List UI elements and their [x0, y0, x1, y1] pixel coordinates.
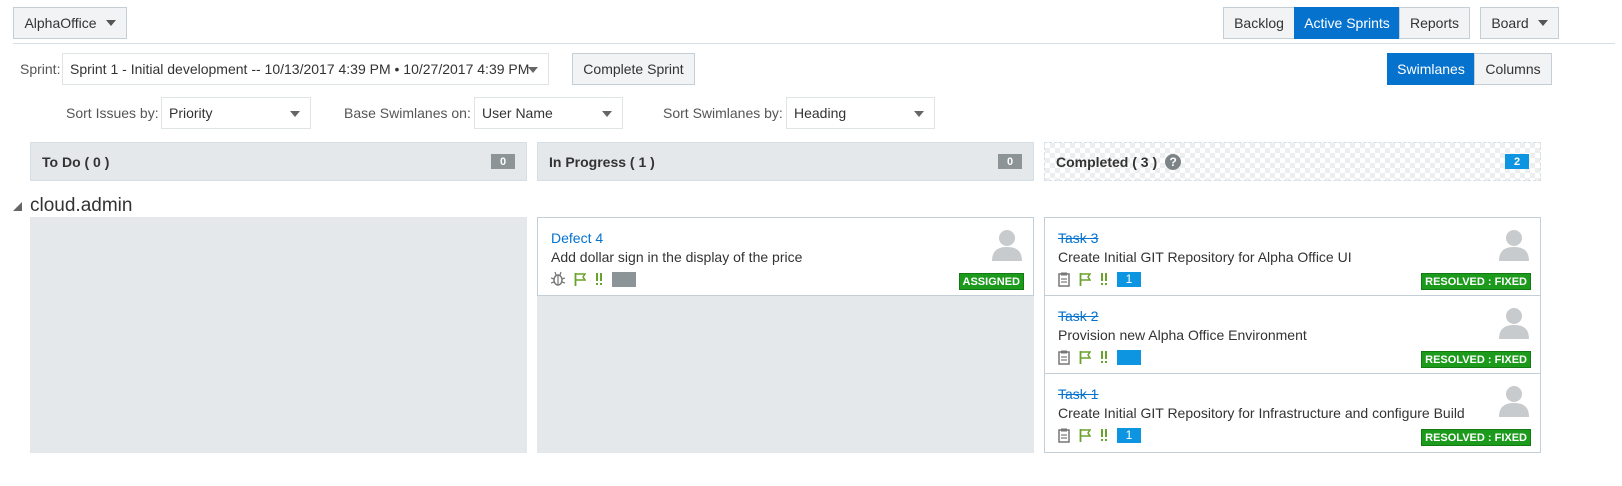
chevron-down-icon: [290, 111, 300, 117]
swimlane-name: cloud.admin: [30, 195, 133, 216]
issue-title: Create Initial GIT Repository for Alpha …: [1058, 249, 1352, 265]
chevron-down-icon: [105, 20, 116, 26]
user-avatar-icon: [990, 227, 1024, 261]
chevron-down-icon: [914, 111, 924, 117]
issue-title: Add dollar sign in the display of the pr…: [551, 249, 803, 265]
sort-issues-label: Sort Issues by:: [66, 105, 159, 121]
chevron-down-icon: [528, 67, 538, 73]
sprint-select-value: Sprint 1 - Initial development -- 10/13/…: [70, 61, 530, 77]
status-badge: RESOLVED : FIXED: [1421, 351, 1531, 368]
collapse-triangle-icon[interactable]: [13, 201, 22, 211]
swimlanes-toggle-label: Swimlanes: [1397, 61, 1465, 77]
complete-sprint-label: Complete Sprint: [583, 61, 684, 77]
tab-backlog-label: Backlog: [1234, 15, 1284, 31]
flag-icon: [1079, 428, 1091, 442]
header-divider: [13, 43, 1615, 44]
column-title: In Progress ( 1 ): [549, 153, 655, 170]
column-header-todo: To Do ( 0 ) 0: [30, 142, 527, 181]
user-avatar-icon: [1497, 383, 1531, 417]
project-selector[interactable]: AlphaOffice: [13, 7, 127, 39]
columns-toggle[interactable]: Columns: [1474, 53, 1552, 85]
issue-key-link[interactable]: Task 3: [1058, 230, 1098, 246]
column-count-badge: 2: [1505, 154, 1529, 169]
story-points-badge: [612, 271, 636, 287]
task-icon: [1058, 272, 1070, 287]
issue-card[interactable]: Task 1 Create Initial GIT Repository for…: [1044, 373, 1541, 453]
tab-reports-label: Reports: [1409, 15, 1460, 31]
task-icon: [1058, 428, 1070, 443]
tab-reports[interactable]: Reports: [1399, 7, 1470, 39]
board-menu-label: Board: [1491, 15, 1529, 31]
task-icon: [1058, 350, 1070, 365]
lane-todo-dropzone[interactable]: [30, 217, 527, 453]
issue-icons: 1: [1058, 426, 1141, 444]
issue-card[interactable]: Task 3 Create Initial GIT Repository for…: [1044, 217, 1541, 296]
base-swimlanes-value: User Name: [482, 105, 553, 121]
issue-key-link[interactable]: Defect 4: [551, 230, 603, 246]
issue-icons: [1058, 348, 1141, 366]
issue-key-link[interactable]: Task 1: [1058, 386, 1098, 402]
complete-sprint-button[interactable]: Complete Sprint: [572, 53, 695, 85]
swimlanes-toggle[interactable]: Swimlanes: [1387, 53, 1475, 85]
base-swimlanes-label: Base Swimlanes on:: [344, 105, 471, 121]
flag-icon: [1079, 272, 1091, 286]
column-header-in-progress: In Progress ( 1 ) 0: [537, 142, 1034, 181]
help-icon[interactable]: ?: [1165, 153, 1182, 170]
tab-backlog[interactable]: Backlog: [1223, 7, 1295, 39]
priority-high-icon: [595, 272, 603, 286]
flag-icon: [1079, 350, 1091, 364]
bug-icon: [551, 271, 565, 287]
project-name: AlphaOffice: [24, 15, 97, 31]
priority-high-icon: [1100, 272, 1108, 286]
issue-key-link[interactable]: Task 2: [1058, 308, 1098, 324]
base-swimlanes-select[interactable]: User Name: [474, 97, 623, 129]
status-badge: ASSIGNED: [958, 273, 1024, 290]
swimlane-header[interactable]: cloud.admin: [13, 195, 132, 217]
issue-icons: 1: [1058, 270, 1141, 288]
chevron-down-icon: [1537, 20, 1548, 26]
sort-swimlanes-label: Sort Swimlanes by:: [663, 105, 783, 121]
board-menu-button[interactable]: Board: [1480, 7, 1559, 39]
user-avatar-icon: [1497, 305, 1531, 339]
column-count-badge: 0: [998, 154, 1022, 169]
story-points-badge: [1117, 349, 1141, 365]
tab-active-sprints[interactable]: Active Sprints: [1294, 7, 1400, 39]
issue-card[interactable]: Defect 4 Add dollar sign in the display …: [537, 217, 1034, 296]
issue-title: Provision new Alpha Office Environment: [1058, 327, 1307, 343]
priority-high-icon: [1100, 428, 1108, 442]
priority-high-icon: [1100, 350, 1108, 364]
tab-active-sprints-label: Active Sprints: [1304, 15, 1390, 31]
user-avatar-icon: [1497, 227, 1531, 261]
issue-card[interactable]: Task 2 Provision new Alpha Office Enviro…: [1044, 295, 1541, 374]
column-title: Completed ( 3 ): [1056, 153, 1158, 170]
story-points-badge: 1: [1117, 271, 1141, 287]
issue-title: Create Initial GIT Repository for Infras…: [1058, 405, 1465, 421]
flag-icon: [574, 272, 586, 286]
column-header-completed: Completed ( 3 ) ? 2: [1044, 142, 1541, 181]
sprint-select[interactable]: Sprint 1 - Initial development -- 10/13/…: [62, 53, 549, 85]
sort-issues-select[interactable]: Priority: [161, 97, 311, 129]
column-count-badge: 0: [491, 154, 515, 169]
columns-toggle-label: Columns: [1485, 61, 1541, 77]
sprint-label: Sprint:: [20, 61, 61, 77]
sort-swimlanes-select[interactable]: Heading: [786, 97, 935, 129]
story-points-badge: 1: [1117, 427, 1141, 443]
issue-icons: [551, 270, 636, 288]
sort-swimlanes-value: Heading: [794, 105, 847, 121]
column-title: To Do ( 0 ): [42, 153, 110, 170]
chevron-down-icon: [602, 111, 612, 117]
status-badge: RESOLVED : FIXED: [1421, 273, 1531, 290]
status-badge: RESOLVED : FIXED: [1421, 429, 1531, 446]
sort-issues-value: Priority: [169, 105, 213, 121]
